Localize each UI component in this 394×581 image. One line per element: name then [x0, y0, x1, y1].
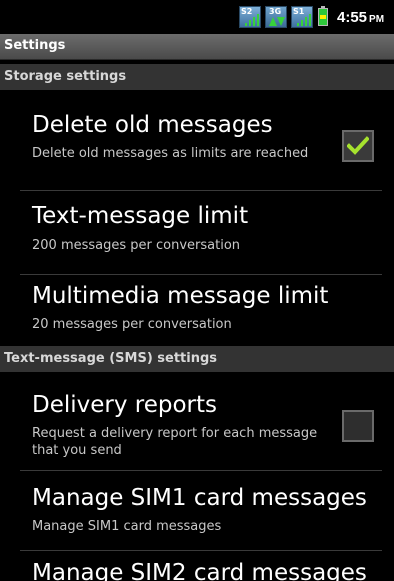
- section-header-label: Text-message (SMS) settings: [4, 351, 218, 366]
- section-header-label: Storage settings: [4, 69, 127, 84]
- pref-title: Manage SIM2 card messages: [32, 560, 367, 581]
- pref-summary: Delete old messages as limits are reache…: [32, 146, 309, 161]
- pref-delivery-reports[interactable]: Delivery reports Request a delivery repo…: [0, 372, 394, 470]
- title-bar: Settings: [0, 34, 394, 60]
- sim-signal-icon: S1: [291, 6, 313, 28]
- clock-ampm: PM: [369, 14, 385, 25]
- pref-title: Delivery reports: [32, 392, 218, 418]
- delivery-reports-checkbox[interactable]: [342, 410, 374, 442]
- section-header-sms: Text-message (SMS) settings: [0, 346, 394, 372]
- pref-title: Multimedia message limit: [32, 283, 329, 309]
- page-title: Settings: [4, 38, 66, 53]
- delete-old-messages-checkbox[interactable]: [342, 130, 374, 162]
- data-label: 3G: [269, 7, 282, 16]
- pref-manage-sim1-messages[interactable]: Manage SIM1 card messages Manage SIM1 ca…: [0, 471, 394, 550]
- pref-manage-sim2-messages[interactable]: Manage SIM2 card messages: [0, 551, 394, 581]
- pref-title: Text-message limit: [32, 203, 249, 229]
- status-bar: S2 3G S1 4:55 PM: [0, 0, 394, 34]
- pref-multimedia-message-limit[interactable]: Multimedia message limit 20 messages per…: [0, 275, 394, 342]
- clock: 4:55 PM: [337, 9, 384, 26]
- battery-icon: [318, 6, 328, 26]
- sim-signal-icon: S2: [239, 6, 261, 28]
- check-icon: [347, 136, 369, 155]
- pref-summary: 20 messages per conversation: [32, 317, 232, 332]
- pref-delete-old-messages[interactable]: Delete old messages Delete old messages …: [0, 90, 394, 190]
- pref-title: Manage SIM1 card messages: [32, 485, 367, 511]
- pref-summary: 200 messages per conversation: [32, 238, 241, 253]
- pref-title: Delete old messages: [32, 112, 273, 138]
- data-3g-icon: 3G: [265, 6, 287, 28]
- section-header-storage: Storage settings: [0, 64, 394, 90]
- pref-summary: Manage SIM1 card messages: [32, 519, 222, 534]
- pref-text-message-limit[interactable]: Text-message limit 200 messages per conv…: [0, 191, 394, 274]
- clock-time: 4:55: [337, 9, 368, 26]
- pref-summary: Request a delivery report for each messa…: [32, 426, 318, 458]
